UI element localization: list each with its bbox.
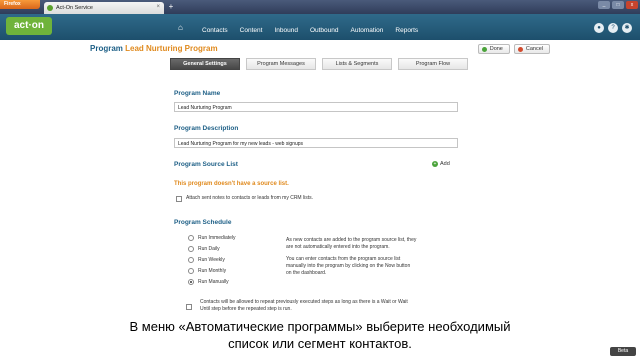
tab-lists-segments[interactable]: Lists & Segments [322, 58, 392, 70]
minimize-button[interactable]: _ [598, 1, 610, 9]
window-controls: _ □ x [598, 1, 638, 9]
program-source-list-label: Program Source List [174, 161, 238, 168]
help-icon[interactable]: ? [608, 23, 618, 33]
program-description-field[interactable]: Lead Nurturing Program for my new leads … [174, 138, 458, 148]
radio-run-monthly[interactable] [188, 268, 194, 274]
check-icon [481, 46, 487, 52]
browser-tab-title: Act-On Service [56, 5, 93, 11]
run-weekly-label: Run Weekly [198, 257, 225, 263]
favicon-icon [47, 5, 53, 11]
repeat-steps-checkbox[interactable] [186, 304, 192, 310]
header-actions: ● ? ✱ [594, 23, 632, 33]
subtitle-line-1: В меню «Автоматические программы» выбери… [129, 319, 511, 334]
run-daily-label: Run Daily [198, 246, 220, 252]
program-tabs: General Settings Program Messages Lists … [170, 58, 468, 70]
video-subtitle: В меню «Автоматические программы» выбери… [0, 318, 640, 352]
nav-automation[interactable]: Automation [345, 27, 390, 34]
subtitle-line-2: список или сегмент контактов. [228, 336, 412, 351]
page-title-name: Lead Nurturing Program [125, 44, 218, 53]
done-button[interactable]: Done [477, 44, 510, 54]
schedule-info-line-2a: You can enter contacts from the program … [286, 256, 401, 262]
done-label: Done [489, 46, 503, 52]
radio-run-daily[interactable] [188, 246, 194, 252]
settings-icon[interactable]: ✱ [622, 23, 632, 33]
no-source-list-warning: This program doesn't have a source list. [174, 181, 289, 187]
attach-notes-checkbox[interactable] [176, 196, 182, 202]
cancel-button[interactable]: Cancel [513, 44, 550, 54]
nav-outbound[interactable]: Outbound [304, 27, 345, 34]
browser-toolbar: Firefox Act-On Service × + _ □ x [0, 0, 640, 14]
program-description-label: Program Description [174, 125, 239, 132]
schedule-info-line-1a: As new contacts are added to the program… [286, 237, 417, 243]
app-header: act·on ⌂ Contacts Content Inbound Outbou… [0, 14, 640, 40]
attach-notes-label: Attach sent notes to contacts or leads f… [186, 195, 313, 201]
browser-tab[interactable]: Act-On Service × [44, 2, 164, 14]
title-buttons: Done Cancel [477, 44, 550, 54]
tab-program-messages[interactable]: Program Messages [246, 58, 316, 70]
title-row: Program Lead Nurturing Program Done Canc… [90, 44, 550, 56]
program-schedule-label: Program Schedule [174, 219, 232, 226]
tab-general-settings[interactable]: General Settings [170, 58, 240, 70]
beta-badge[interactable]: Beta [610, 347, 636, 356]
program-name-field[interactable]: Lead Nurturing Program [174, 102, 458, 112]
act-on-logo[interactable]: act·on [6, 17, 52, 35]
maximize-button[interactable]: □ [612, 1, 624, 9]
nav-inbound[interactable]: Inbound [268, 27, 304, 34]
repeat-steps-line-b: Until step before the repeated step is r… [200, 306, 292, 312]
nav-contacts[interactable]: Contacts [196, 27, 234, 34]
repeat-steps-line-a: Contacts will be allowed to repeat previ… [200, 299, 408, 305]
user-icon[interactable]: ● [594, 23, 604, 33]
run-manually-label: Run Manually [198, 279, 229, 285]
nav-reports[interactable]: Reports [389, 27, 424, 34]
cancel-icon [517, 46, 523, 52]
main-nav: Contacts Content Inbound Outbound Automa… [196, 27, 424, 34]
run-monthly-label: Run Monthly [198, 268, 227, 274]
program-name-label: Program Name [174, 90, 221, 97]
add-icon: + [432, 161, 438, 167]
radio-run-immediately[interactable] [188, 235, 194, 241]
page-title-prefix: Program [90, 44, 126, 53]
firefox-menu-button[interactable]: Firefox [0, 0, 40, 9]
nav-content[interactable]: Content [234, 27, 269, 34]
radio-run-manually[interactable] [188, 279, 194, 285]
schedule-info-line-2b: manually into the program by clicking on… [286, 263, 411, 269]
run-immediately-label: Run Immediately [198, 235, 236, 241]
close-tab-icon[interactable]: × [156, 4, 160, 10]
add-label: Add [440, 161, 450, 167]
new-tab-button[interactable]: + [166, 2, 176, 12]
tab-program-flow[interactable]: Program Flow [398, 58, 468, 70]
close-window-button[interactable]: x [626, 1, 638, 9]
schedule-info-line-1b: are not automatically entered into the p… [286, 244, 390, 250]
radio-run-weekly[interactable] [188, 257, 194, 263]
home-icon[interactable]: ⌂ [178, 24, 186, 32]
cancel-label: Cancel [525, 46, 543, 52]
add-source-list-button[interactable]: + Add [432, 161, 450, 167]
schedule-info-line-2c: on the dashboard. [286, 270, 327, 276]
